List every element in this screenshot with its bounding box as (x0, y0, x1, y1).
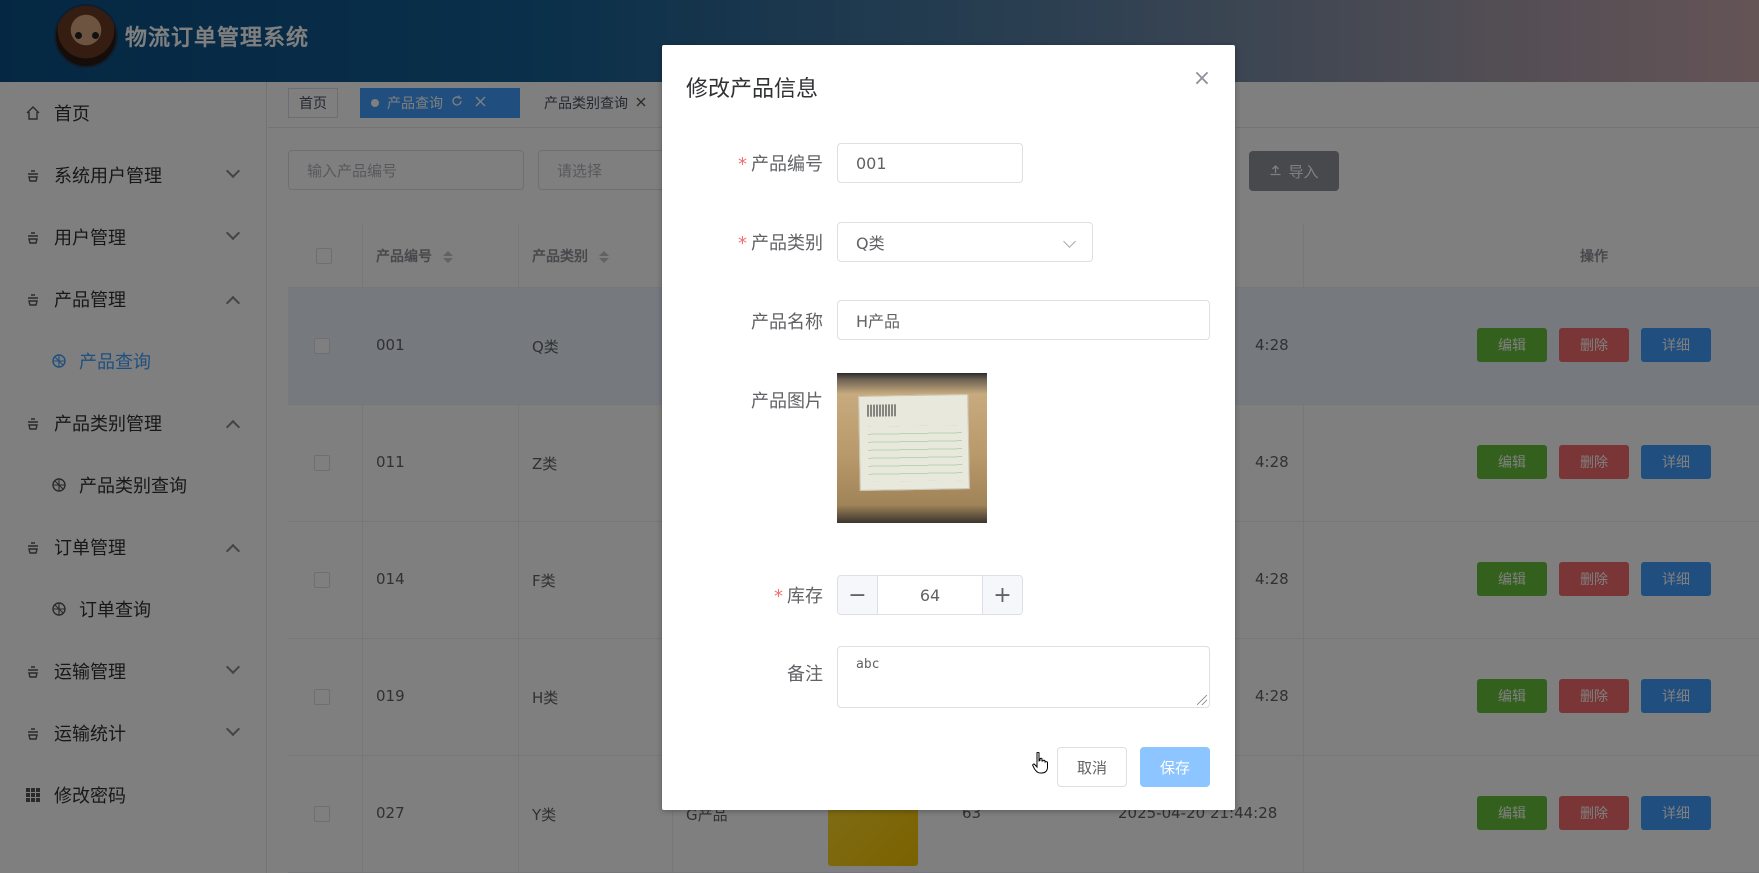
cancel-button[interactable]: 取消 (1057, 747, 1127, 787)
label-text: 库存 (787, 586, 823, 607)
product-image-label: 产品图片 (751, 391, 823, 412)
stock-value[interactable]: 64 (878, 576, 982, 614)
label-text: 产品类别 (751, 233, 823, 254)
chevron-down-icon (1063, 235, 1076, 248)
resize-handle-icon[interactable] (1197, 695, 1207, 705)
product-name-label: 产品名称 (751, 312, 823, 333)
decrement-button[interactable]: − (838, 576, 878, 614)
product-no-label: * 产品编号 (738, 150, 823, 176)
stock-label: * 库存 (774, 582, 823, 608)
category-value: Q类 (856, 234, 885, 253)
dialog-title: 修改产品信息 (686, 77, 819, 102)
remark-label: 备注 (787, 664, 823, 685)
required-mark: * (738, 154, 747, 175)
required-mark: * (738, 233, 747, 254)
save-button[interactable]: 保存 (1140, 747, 1210, 787)
increment-button[interactable]: + (982, 576, 1022, 614)
hand-cursor-icon (1032, 752, 1048, 774)
remark-textarea[interactable]: abc (837, 646, 1210, 708)
close-icon[interactable]: × (1190, 67, 1214, 91)
product-no-field[interactable]: 001 (837, 143, 1023, 183)
required-mark: * (774, 586, 783, 607)
product-name-field[interactable]: H产品 (837, 300, 1210, 340)
remark-value: abc (856, 657, 880, 672)
stock-stepper: − 64 + (837, 575, 1023, 615)
edit-product-dialog: 修改产品信息 × * 产品编号 001 * 产品类别 Q类 产品名称 H产品 产品图… (662, 45, 1235, 810)
category-select[interactable]: Q类 (837, 222, 1093, 262)
label-text: 产品编号 (751, 154, 823, 175)
product-image-upload[interactable] (837, 373, 987, 523)
category-label: * 产品类别 (738, 229, 823, 255)
